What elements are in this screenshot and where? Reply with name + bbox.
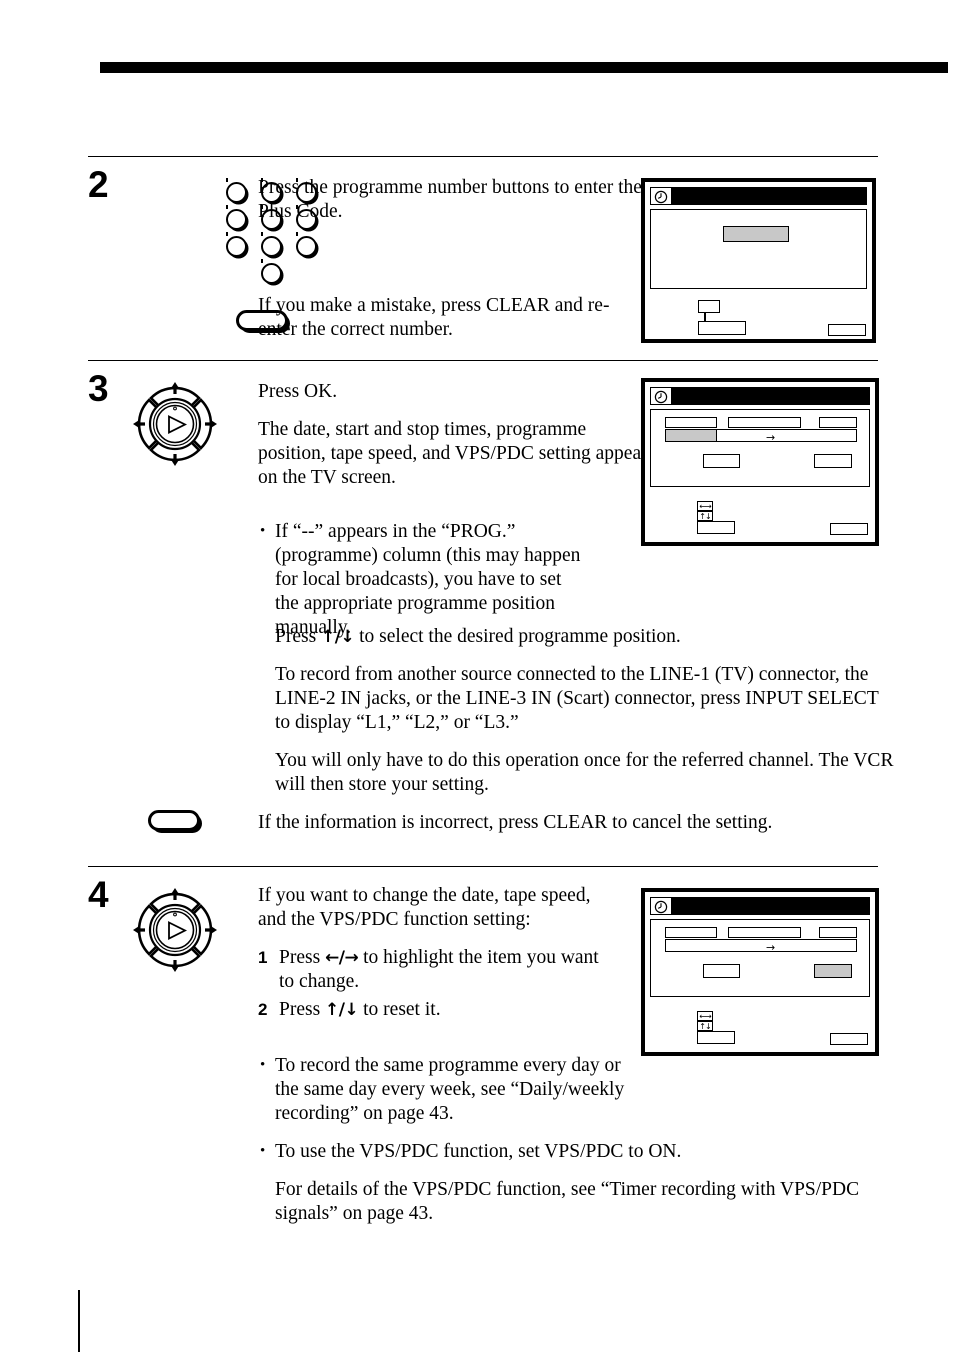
keypad-key-1[interactable]	[226, 182, 247, 203]
step-4-numbered-1: 1 Press ←/→ to highlight the item you wan…	[258, 946, 603, 994]
osd-field-tape-speed[interactable]	[703, 964, 740, 978]
step-4-bullet-1: To record the same programme every day o…	[258, 1053, 645, 1126]
guide-leftright-arrows: ←→	[697, 501, 713, 511]
step-2-text: Press the programme number buttons to en…	[258, 176, 648, 238]
leftright-arrows-icon: ←/→	[325, 948, 359, 968]
step-3-line-source-paragraph: To record from another source connected …	[275, 664, 879, 733]
step-3-referred-paragraph: You will only have to do this operation …	[275, 750, 894, 795]
guide-leftright-arrows: ←→	[697, 1011, 713, 1021]
osd-column-date[interactable]	[665, 927, 717, 938]
osd-column-prog[interactable]	[819, 927, 857, 938]
step-3-text-top: Press OK. The date, start and stop times…	[258, 380, 648, 504]
osd-row-arrow-icon: →	[766, 941, 776, 954]
step-3-press-updown: Press ↑/↓ to select the desired programm…	[275, 625, 898, 649]
keypad-tick	[226, 232, 228, 236]
step-4-numbered-2-prefix: Press	[279, 999, 326, 1020]
keypad-key-0[interactable]	[261, 263, 282, 284]
step-3-bullet-1: If “--” appears in the “PROG.” (programm…	[258, 519, 588, 640]
osd-titlebar	[650, 187, 867, 205]
step-4-numbered-1-prefix: Press	[279, 947, 326, 968]
osd-titlebar	[650, 387, 870, 405]
step-3-number: 3	[88, 368, 109, 409]
keypad-key-4[interactable]	[226, 209, 247, 230]
divider-above-step-2	[88, 156, 878, 157]
guide-box-lower	[697, 521, 735, 534]
divider-above-step-3	[88, 360, 878, 361]
guide-updown-arrows: ↑↓	[697, 1021, 713, 1031]
step-4-intro: If you want to change the date, tape spe…	[258, 885, 591, 930]
step-4-closing: For details of the VPS/PDC function, see…	[275, 1179, 860, 1224]
osd-field-tape-speed[interactable]	[703, 454, 740, 468]
jog-indicator-dot	[173, 406, 177, 411]
osd-field-vps-pdc[interactable]	[814, 454, 852, 468]
guide-updown-arrows: ↑↓	[697, 511, 713, 521]
step-3-text-rest: Press ↑/↓ to select the desired programm…	[258, 625, 898, 849]
keypad-tick	[226, 205, 228, 209]
jog-indicator-dot	[173, 912, 177, 917]
step-4-bullet-2: To use the VPS/PDC function, set VPS/PDC…	[258, 1139, 898, 1164]
clock-icon	[650, 387, 672, 405]
updown-arrows-icon: ↑/↓	[321, 627, 355, 647]
osd-column-prog[interactable]	[819, 417, 857, 428]
osd-entry-row-highlight[interactable]	[665, 429, 717, 442]
osd-footer-button[interactable]	[828, 324, 866, 336]
step-3-clear-paragraph: If the information is incorrect, press C…	[258, 812, 773, 833]
step-2-number: 2	[88, 164, 109, 205]
osd-entry-row[interactable]	[665, 939, 857, 952]
osd-row-arrow-icon: →	[766, 431, 776, 444]
osd-plus-code-entry	[641, 178, 876, 343]
osd-timer-edit: → ←→ ↑↓	[641, 888, 879, 1056]
osd-main-panel: →	[650, 409, 870, 487]
step-4-numbered-2: 2 Press ↑/↓ to reset it.	[258, 998, 603, 1022]
press-updown-prefix: Press	[275, 626, 322, 647]
jog-dial-illustration	[125, 374, 225, 474]
clear-button-illustration-2	[148, 810, 200, 831]
guide-box-upper	[698, 300, 720, 313]
updown-arrows-icon-2: ↑/↓	[325, 1000, 359, 1020]
clock-icon	[650, 187, 672, 205]
osd-main-panel: →	[650, 919, 870, 997]
divider-above-step-4	[88, 866, 878, 867]
keypad-tick	[226, 178, 228, 182]
step-3-paragraph-2: The date, start and stop times, programm…	[258, 419, 648, 488]
step-4-text-top: If you want to change the date, tape spe…	[258, 884, 603, 1026]
osd-field-vps-pdc[interactable]	[814, 964, 852, 978]
press-updown-suffix: to select the desired programme position…	[354, 626, 681, 647]
jog-dial[interactable]	[125, 374, 225, 474]
step-2-text-2: If you make a mistake, press CLEAR and r…	[258, 294, 648, 356]
step-4-numbered-1-label: 1	[258, 948, 268, 967]
step-4-bullets: To record the same programme every day o…	[258, 1053, 898, 1240]
osd-footer-button[interactable]	[830, 523, 868, 535]
step-2-paragraph-1: Press the programme number buttons to en…	[258, 177, 642, 222]
osd-timer-confirm: → ←→ ↑↓	[641, 378, 879, 546]
keypad-key-7[interactable]	[226, 236, 247, 257]
page-header-rule	[100, 62, 948, 73]
osd-column-date[interactable]	[665, 417, 717, 428]
osd-main-panel	[650, 209, 867, 289]
step-4-number: 4	[88, 874, 109, 915]
osd-column-times[interactable]	[728, 927, 801, 938]
osd-column-times[interactable]	[728, 417, 801, 428]
plus-code-entry-field[interactable]	[723, 226, 789, 242]
step-2-paragraph-2: If you make a mistake, press CLEAR and r…	[258, 295, 610, 340]
keypad-key-9[interactable]	[296, 236, 317, 257]
osd-titlebar	[650, 897, 870, 915]
jog-dial-2[interactable]	[125, 880, 225, 980]
clock-icon	[650, 897, 672, 915]
clear-button-2[interactable]	[148, 810, 200, 831]
guide-box-lower	[698, 321, 746, 335]
osd-footer-button[interactable]	[830, 1033, 868, 1045]
step-4-numbered-2-suffix: to reset it.	[358, 999, 441, 1020]
keypad-tick	[261, 259, 263, 263]
guide-box-lower	[697, 1031, 735, 1044]
jog-dial-illustration-2	[125, 880, 225, 980]
page-footer-left-rule	[78, 1290, 80, 1352]
step-3-paragraph-1: Press OK.	[258, 381, 338, 402]
step-4-numbered-2-label: 2	[258, 1000, 268, 1019]
keypad-key-8[interactable]	[261, 236, 282, 257]
